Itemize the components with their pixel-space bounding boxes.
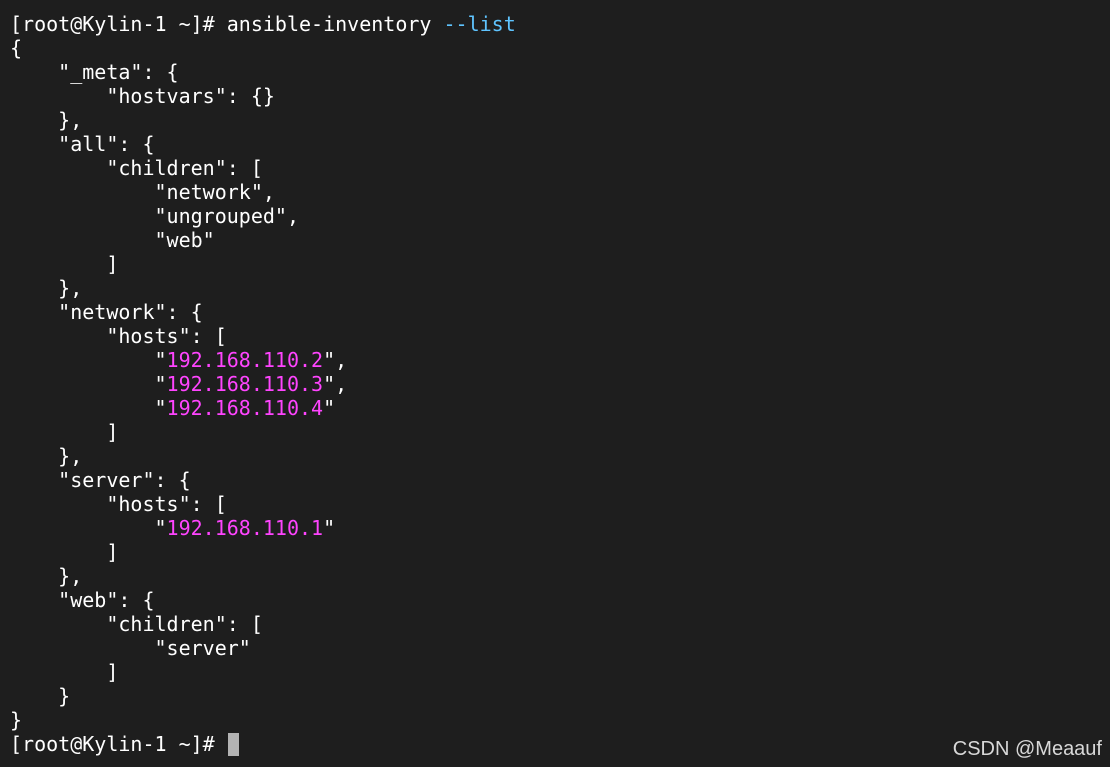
output-line: }	[10, 708, 23, 732]
quote-close: ",	[323, 348, 348, 372]
terminal-window[interactable]: [root@Kylin-1 ~]# ansible-inventory --li…	[10, 12, 1110, 767]
output-line: ]	[10, 252, 119, 276]
command-flag: --list	[443, 12, 516, 36]
output-line: ]	[10, 540, 119, 564]
output-line: "children": [	[10, 156, 263, 180]
output-line: ]	[10, 660, 119, 684]
ip-address: 192.168.110.4	[166, 396, 324, 420]
output-line: ]	[10, 420, 119, 444]
output-line-ip: "192.168.110.1"	[10, 516, 1110, 540]
output-line: },	[10, 276, 83, 300]
output-line: "children": [	[10, 612, 263, 636]
quote-open: "	[10, 396, 167, 420]
output-line-ip: "192.168.110.3",	[10, 372, 1110, 396]
output-line: },	[10, 444, 83, 468]
output-line: {	[10, 36, 23, 60]
quote-close: "	[323, 396, 336, 420]
quote-close: ",	[323, 372, 348, 396]
output-line: "web"	[10, 228, 215, 252]
ip-address: 192.168.110.1	[166, 516, 324, 540]
quote-open: "	[10, 516, 167, 540]
output-line: },	[10, 108, 83, 132]
text-cursor	[227, 733, 239, 756]
output-line: "hosts": [	[10, 324, 227, 348]
ip-address: 192.168.110.3	[166, 372, 324, 396]
quote-open: "	[10, 348, 167, 372]
output-line: "server": {	[10, 468, 191, 492]
output-line: "hostvars": {}	[10, 84, 275, 108]
output-line: "web": {	[10, 588, 155, 612]
quote-open: "	[10, 372, 167, 396]
ip-address: 192.168.110.2	[166, 348, 324, 372]
output-line: "network": {	[10, 300, 203, 324]
prompt: [root@Kylin-1 ~]#	[10, 12, 227, 36]
command-line: [root@Kylin-1 ~]# ansible-inventory --li…	[10, 12, 1110, 36]
input-line[interactable]: [root@Kylin-1 ~]#	[10, 732, 1110, 756]
output-line: },	[10, 564, 83, 588]
output-line-ip: "192.168.110.2",	[10, 348, 1110, 372]
output-line: "all": {	[10, 132, 155, 156]
output-line: "server"	[10, 636, 251, 660]
output-line: "hosts": [	[10, 492, 227, 516]
output-line: }	[10, 684, 71, 708]
output-line-ip: "192.168.110.4"	[10, 396, 1110, 420]
prompt: [root@Kylin-1 ~]#	[10, 732, 227, 756]
watermark: CSDN @Meaauf	[952, 738, 1102, 760]
command-text: ansible-inventory	[226, 12, 444, 36]
output-line: "_meta": {	[10, 60, 179, 84]
quote-close: "	[323, 516, 336, 540]
output-line: "network",	[10, 180, 275, 204]
output-line: "ungrouped",	[10, 204, 299, 228]
